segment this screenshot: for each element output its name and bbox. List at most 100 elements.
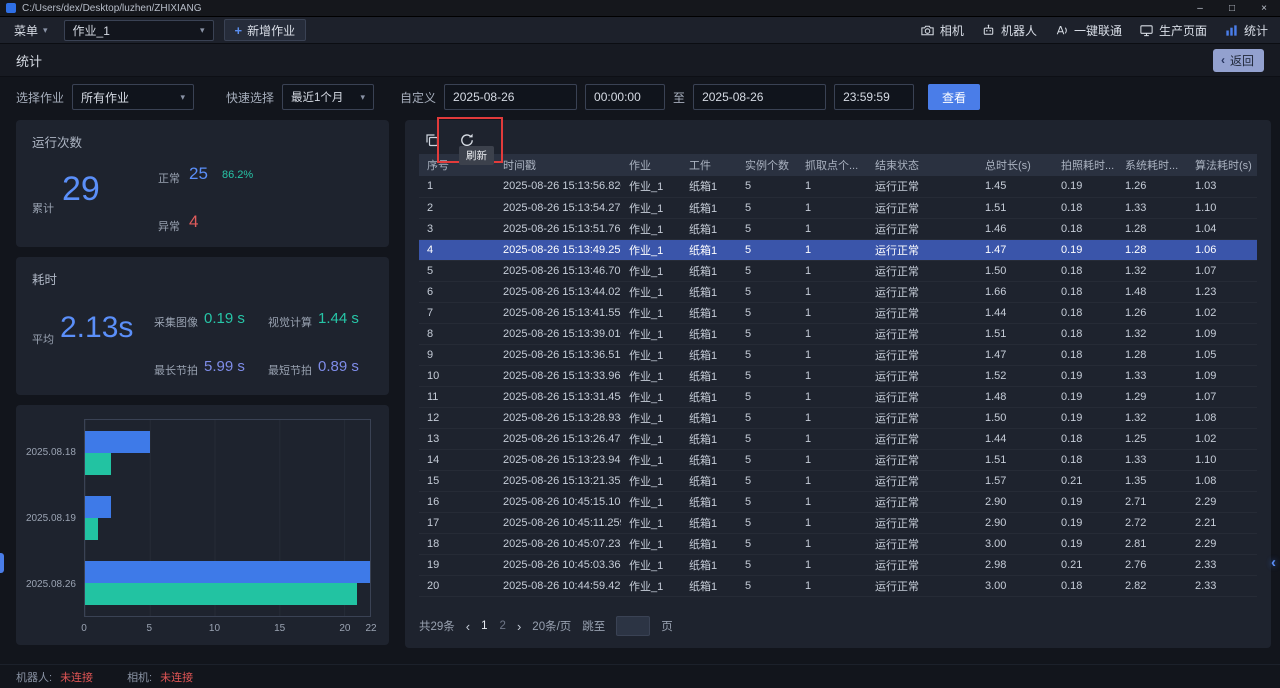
chevron-down-icon: ▾ [200,25,205,36]
start-time-input[interactable] [585,84,665,110]
table-row[interactable]: 62025-08-26 15:13:44.027作业_1纸箱151运行正常1.6… [419,281,1257,302]
bar-normal [85,453,111,475]
table-row[interactable]: 142025-08-26 15:13:23.941作业_1纸箱151运行正常1.… [419,449,1257,470]
table-cell: 纸箱1 [681,323,737,344]
table-cell: 0.18 [1053,575,1117,596]
robot-page-button[interactable]: 机器人 [981,22,1037,39]
table-row[interactable]: 192025-08-26 10:45:03.368作业_1纸箱151运行正常2.… [419,554,1257,575]
maximize-button[interactable]: □ [1216,0,1248,16]
column-header[interactable]: 时间戳 [495,154,621,176]
table-cell: 15 [419,470,495,491]
table-row[interactable]: 102025-08-26 15:13:33.963作业_1纸箱151运行正常1.… [419,365,1257,386]
column-header[interactable]: 工件 [681,154,737,176]
column-header[interactable]: 拍照耗时... [1053,154,1117,176]
start-date-input[interactable] [444,84,577,110]
table-cell: 1.03 [1187,176,1257,197]
table-cell: 2.29 [1187,491,1257,512]
table-cell: 6 [419,281,495,302]
table-cell: 纸箱1 [681,197,737,218]
table-cell: 运行正常 [867,239,977,260]
table-row[interactable]: 182025-08-26 10:45:07.232作业_1纸箱151运行正常3.… [419,533,1257,554]
column-header[interactable]: 作业 [621,154,681,176]
table-cell: 0.18 [1053,260,1117,281]
end-time-input[interactable] [834,84,914,110]
one-key-connect-button[interactable]: 一键联通 [1054,22,1122,39]
total-count-label: 共29条 [419,618,455,634]
column-header[interactable]: 结束状态 [867,154,977,176]
table-row[interactable]: 152025-08-26 15:13:21.352作业_1纸箱151运行正常1.… [419,470,1257,491]
back-button[interactable]: ‹ 返回 [1213,49,1264,72]
column-header[interactable]: 算法耗时(s) [1187,154,1257,176]
table-cell: 1.28 [1117,344,1187,365]
table-row[interactable]: 202025-08-26 10:44:59.427作业_1纸箱151运行正常3.… [419,575,1257,596]
table-cell: 2025-08-26 15:13:49.257 [495,239,621,260]
table-cell: 0.18 [1053,323,1117,344]
job-select[interactable]: 作业_1 ▾ [64,20,214,41]
statistics-page-button[interactable]: 统计 [1224,22,1268,39]
table-row[interactable]: 132025-08-26 15:13:26.473作业_1纸箱151运行正常1.… [419,428,1257,449]
menu-dropdown[interactable]: 菜单 ▾ [8,20,54,41]
table-cell: 17 [419,512,495,533]
table-cell: 1.02 [1187,302,1257,323]
table-row[interactable]: 52025-08-26 15:13:46.706作业_1纸箱151运行正常1.5… [419,260,1257,281]
production-page-button[interactable]: 生产页面 [1139,22,1207,39]
table-cell: 纸箱1 [681,512,737,533]
prev-page-button[interactable]: ‹ [466,619,470,634]
table-row[interactable]: 172025-08-26 10:45:11.259作业_1纸箱151运行正常2.… [419,512,1257,533]
table-cell: 1 [419,176,495,197]
job-filter-select[interactable]: 所有作业 ▾ [72,84,194,110]
table-cell: 5 [737,386,797,407]
table-row[interactable]: 122025-08-26 15:13:28.934作业_1纸箱151运行正常1.… [419,407,1257,428]
column-header[interactable]: 抓取点个... [797,154,867,176]
table-row[interactable]: 42025-08-26 15:13:49.257作业_1纸箱151运行正常1.4… [419,239,1257,260]
export-icon[interactable] [424,132,440,148]
page-number[interactable]: 2 [500,620,506,632]
close-button[interactable]: × [1248,0,1280,16]
quick-range-select[interactable]: 最近1个月 ▾ [282,84,374,110]
table-cell: 5 [737,491,797,512]
minimize-button[interactable]: – [1184,0,1216,16]
vision-label: 视觉计算 [268,314,312,330]
table-cell: 2.72 [1117,512,1187,533]
table-cell: 1 [797,470,867,491]
table-cell: 0.18 [1053,302,1117,323]
end-date-input[interactable] [693,84,826,110]
page-number[interactable]: 1 [481,620,487,632]
table-row[interactable]: 12025-08-26 15:13:56.820作业_1纸箱151运行正常1.4… [419,176,1257,197]
table-row[interactable]: 32025-08-26 15:13:51.763作业_1纸箱151运行正常1.4… [419,218,1257,239]
robot-page-label: 机器人 [1001,22,1037,39]
table-cell: 2.21 [1187,512,1257,533]
menubar: 菜单 ▾ 作业_1 ▾ + 新增作业 相机 机器人 一键联通 生产页面 统计 [0,17,1280,44]
column-header[interactable]: 实例个数 [737,154,797,176]
column-header[interactable]: 总时长(s) [977,154,1053,176]
table-cell: 纸箱1 [681,449,737,470]
table-cell: 运行正常 [867,302,977,323]
right-panel-expand-button[interactable]: ‹ [1267,550,1280,574]
window-title: C:/Users/dex/Desktop/luzhen/ZHIXIANG [22,3,202,14]
camera-page-button[interactable]: 相机 [920,22,964,39]
next-page-button[interactable]: › [517,619,521,634]
view-button[interactable]: 查看 [928,84,980,110]
table-cell: 5 [737,176,797,197]
table-cell: 2.71 [1117,491,1187,512]
table-cell: 运行正常 [867,428,977,449]
capture-label: 采集图像 [154,314,198,330]
table-cell: 作业_1 [621,302,681,323]
page-size-select[interactable]: 20条/页 [532,618,571,634]
column-header[interactable]: 系统耗时... [1117,154,1187,176]
table-row[interactable]: 82025-08-26 15:13:39.010作业_1纸箱151运行正常1.5… [419,323,1257,344]
table-cell: 0.18 [1053,281,1117,302]
table-cell: 1 [797,218,867,239]
table-cell: 纸箱1 [681,344,737,365]
left-panel-edge-tab[interactable] [0,553,4,573]
table-row[interactable]: 72025-08-26 15:13:41.553作业_1纸箱151运行正常1.4… [419,302,1257,323]
add-job-button[interactable]: + 新增作业 [224,19,307,41]
jump-page-input[interactable] [616,616,650,636]
x-tick-label: 15 [274,623,285,634]
filter-bar: 选择作业 所有作业 ▾ 快速选择 最近1个月 ▾ 自定义 至 查看 [0,77,1280,117]
table-row[interactable]: 22025-08-26 15:13:54.276作业_1纸箱151运行正常1.5… [419,197,1257,218]
table-row[interactable]: 162025-08-26 10:45:15.108作业_1纸箱151运行正常2.… [419,491,1257,512]
table-row[interactable]: 92025-08-26 15:13:36.512作业_1纸箱151运行正常1.4… [419,344,1257,365]
table-row[interactable]: 112025-08-26 15:13:31.454作业_1纸箱151运行正常1.… [419,386,1257,407]
table-cell: 运行正常 [867,197,977,218]
